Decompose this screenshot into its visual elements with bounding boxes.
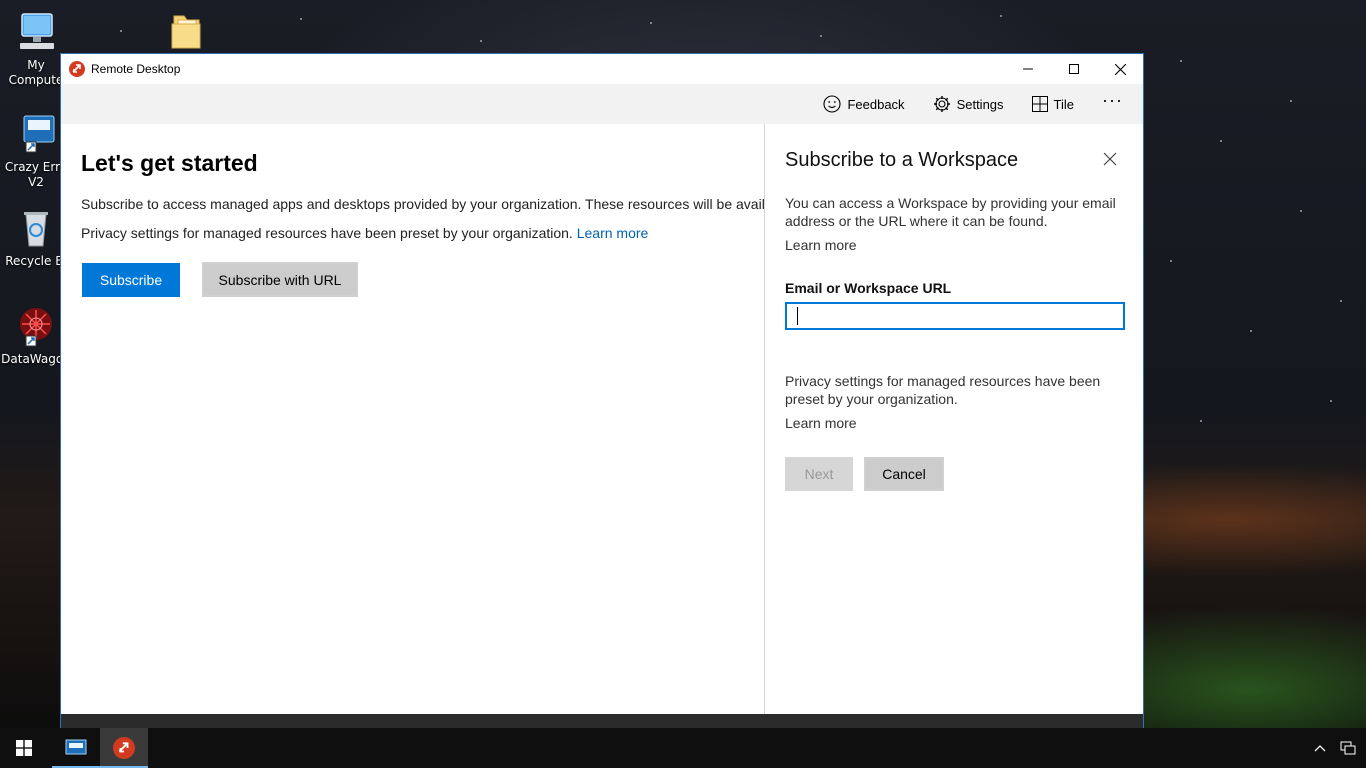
panel-title: Subscribe to a Workspace	[785, 149, 1019, 171]
datawagon-icon	[14, 304, 58, 348]
folder-icon	[164, 10, 208, 54]
learn-more-link[interactable]: Learn more	[785, 236, 1125, 254]
panel-privacy-text: Privacy settings for managed resources h…	[785, 373, 1101, 407]
title-bar[interactable]: Remote Desktop	[61, 54, 1143, 84]
settings-label: Settings	[956, 96, 1004, 112]
feedback-label: Feedback	[847, 96, 905, 112]
panel-description: You can access a Workspace by providing …	[785, 195, 1116, 229]
intro-text: Subscribe to access managed apps and des…	[81, 196, 764, 212]
close-icon	[1114, 63, 1126, 75]
tile-view-button[interactable]: Tile	[1018, 84, 1088, 124]
taskbar	[0, 728, 1366, 768]
window-title: Remote Desktop	[91, 62, 181, 76]
privacy-text: Privacy settings for managed resources h…	[81, 225, 573, 241]
subscribe-workspace-panel: Subscribe to a Workspace You can access …	[764, 124, 1143, 728]
settings-button[interactable]: Settings	[919, 84, 1018, 124]
close-button[interactable]	[1097, 54, 1143, 84]
window-bottom-bar	[61, 714, 1143, 728]
email-url-input[interactable]	[785, 302, 1125, 330]
maximize-icon	[1069, 64, 1079, 74]
text-caret	[797, 307, 798, 325]
remote-desktop-window: Remote Desktop Feedback Settings Tile ··…	[60, 53, 1144, 743]
chevron-up-icon[interactable]	[1314, 744, 1326, 752]
panel-close-button[interactable]	[1103, 152, 1117, 166]
windows-start-icon	[16, 740, 32, 756]
more-options-button[interactable]: ···	[1088, 84, 1135, 124]
close-icon	[1103, 152, 1117, 166]
learn-more-link[interactable]: Learn more	[577, 225, 649, 241]
smiley-icon	[823, 95, 842, 113]
computer-icon	[14, 10, 58, 54]
privacy-line: Privacy settings for managed resources h…	[81, 225, 648, 241]
network-icon[interactable]	[1340, 740, 1356, 756]
remote-desktop-icon	[113, 737, 135, 759]
app-shortcut-icon	[14, 112, 58, 156]
remote-desktop-icon	[69, 61, 85, 77]
learn-more-link[interactable]: Learn more	[785, 414, 1125, 432]
taskbar-app-remote-desktop[interactable]	[100, 728, 148, 768]
recycle-bin-icon	[14, 206, 58, 250]
taskbar-app-crazy-error[interactable]	[52, 728, 100, 768]
maximize-button[interactable]	[1051, 54, 1097, 84]
main-pane: Let's get started Subscribe to access ma…	[61, 124, 764, 728]
command-bar: Feedback Settings Tile ···	[61, 84, 1143, 124]
minimize-icon	[1023, 68, 1033, 70]
next-button[interactable]: Next	[785, 457, 853, 491]
minimize-button[interactable]	[1005, 54, 1051, 84]
app-shortcut-icon	[65, 739, 87, 755]
subscribe-button[interactable]: Subscribe	[82, 263, 180, 297]
start-button[interactable]	[0, 728, 48, 768]
desktop-icon-folder[interactable]	[151, 10, 221, 58]
tile-grid-icon	[1031, 96, 1048, 112]
feedback-button[interactable]: Feedback	[809, 84, 918, 124]
gear-icon	[933, 96, 950, 112]
system-tray	[1314, 740, 1366, 756]
subscribe-with-url-button[interactable]: Subscribe with URL	[202, 262, 358, 297]
page-heading: Let's get started	[81, 150, 258, 176]
tile-label: Tile	[1053, 96, 1075, 112]
ellipsis-icon: ···	[1102, 89, 1123, 110]
email-url-field-label: Email or Workspace URL	[785, 280, 952, 296]
cancel-button[interactable]: Cancel	[864, 457, 944, 491]
